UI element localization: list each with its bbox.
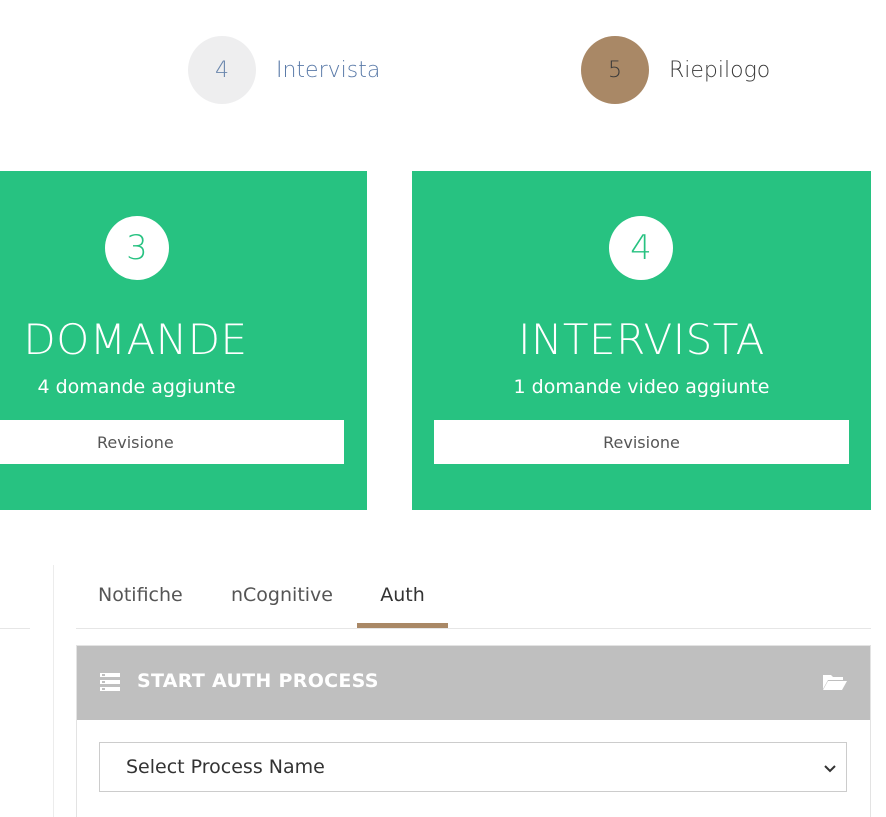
active-tab-indicator	[357, 623, 448, 628]
left-divider	[0, 628, 30, 629]
chevron-down-icon	[822, 760, 838, 782]
tab-auth[interactable]: Auth	[357, 565, 448, 625]
panel-header: START AUTH PROCESS	[77, 646, 870, 720]
review-questions-button[interactable]: Revisione	[0, 420, 344, 464]
card-step-number: 4	[609, 216, 673, 280]
questions-summary-card: 3 DOMANDE 4 domande aggiunte Revisione	[0, 171, 367, 510]
panel-title: START AUTH PROCESS	[137, 670, 379, 692]
interview-summary-card: 4 INTERVISTA 1 domande video aggiunte Re…	[412, 171, 871, 510]
folder-open-icon[interactable]	[822, 672, 848, 696]
tab-notifiche[interactable]: Notifiche	[98, 565, 183, 625]
page: 4 Intervista 5 Riepilogo 3 DOMANDE 4 dom…	[0, 0, 886, 817]
card-subtitle: 4 domande aggiunte	[37, 376, 236, 398]
tab-ncognitive[interactable]: nCognitive	[231, 565, 333, 625]
step-number-circle-active: 5	[581, 36, 649, 104]
card-step-number: 3	[105, 216, 169, 280]
select-value: Select Process Name	[126, 756, 325, 778]
step-label[interactable]: Intervista	[276, 58, 380, 83]
list-icon	[100, 672, 120, 696]
step-interview[interactable]: 4 Intervista	[188, 36, 380, 104]
card-title: INTERVISTA	[518, 315, 765, 364]
process-name-select[interactable]: Select Process Name	[99, 742, 847, 792]
vertical-divider	[53, 565, 54, 817]
step-label: Riepilogo	[669, 57, 771, 83]
card-subtitle: 1 domande video aggiunte	[513, 376, 770, 398]
step-number-circle: 4	[188, 36, 256, 104]
settings-tabs: Notifiche nCognitive Auth	[76, 565, 871, 629]
step-summary[interactable]: 5 Riepilogo	[581, 36, 770, 104]
auth-process-panel: START AUTH PROCESS Select Process Name	[76, 645, 871, 817]
review-interview-button[interactable]: Revisione	[434, 420, 849, 464]
card-title: DOMANDE	[23, 315, 248, 364]
